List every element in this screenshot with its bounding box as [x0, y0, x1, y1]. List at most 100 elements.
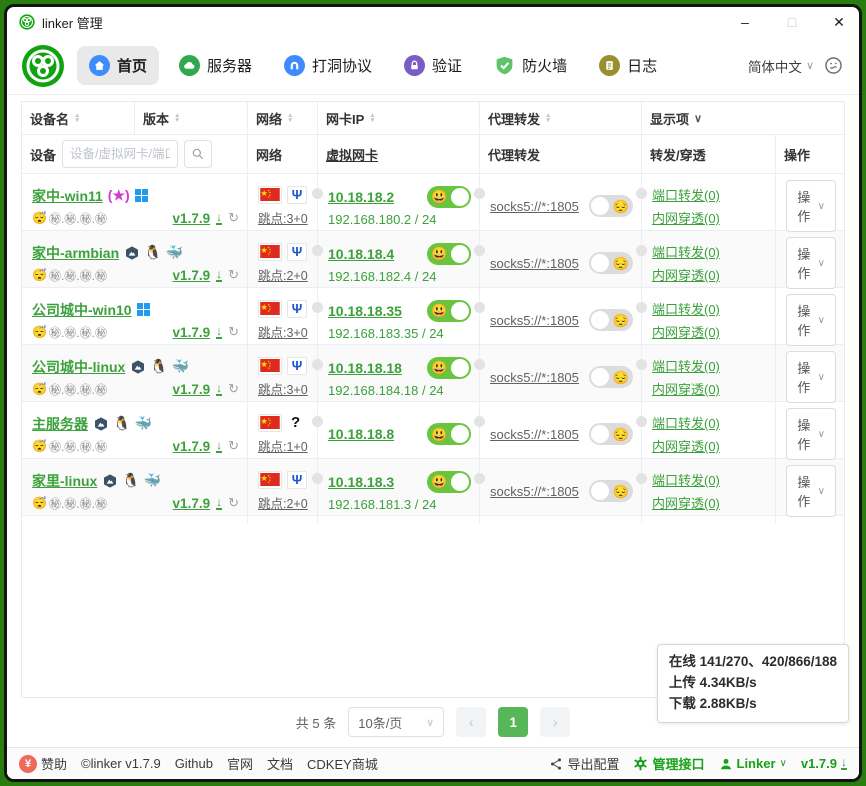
search-button[interactable] — [184, 140, 212, 168]
docs-link[interactable]: 文档 — [267, 754, 293, 773]
penetrate-link[interactable]: 内网穿透(0) — [652, 265, 767, 284]
col-device-name[interactable]: 设备名▲▼ — [22, 102, 135, 134]
download-icon[interactable]: ↓ — [216, 326, 222, 339]
device-name-link[interactable]: 公司城中-win10 — [32, 300, 132, 320]
penetrate-link[interactable]: 内网穿透(0) — [652, 208, 767, 227]
vnic-toggle[interactable]: 😃 — [427, 300, 471, 322]
hops-link[interactable]: 跳点:3+0 — [258, 322, 308, 341]
tab-logs[interactable]: 日志 — [587, 46, 669, 85]
github-link[interactable]: Github — [175, 756, 213, 771]
col-proxy[interactable]: 代理转发▲▼ — [480, 102, 642, 134]
proxy-toggle[interactable]: 😔 — [589, 366, 633, 388]
tab-servers[interactable]: 服务器 — [167, 46, 264, 85]
col-nic-ip[interactable]: 网卡IP▲▼ — [318, 102, 480, 134]
port-forward-link[interactable]: 端口转发(0) — [652, 413, 767, 432]
proxy-link[interactable]: socks5://*:1805 — [490, 427, 579, 442]
virtual-ip-link[interactable]: 10.18.18.2 — [328, 189, 394, 205]
proxy-toggle[interactable]: 😔 — [589, 309, 633, 331]
virtual-ip-link[interactable]: 10.18.18.35 — [328, 303, 402, 319]
virtual-ip-link[interactable]: 10.18.18.3 — [328, 474, 394, 490]
proxy-toggle[interactable]: 😔 — [589, 423, 633, 445]
admin-api-button[interactable]: 管理接口 — [633, 754, 704, 773]
tab-verify[interactable]: 验证 — [392, 46, 474, 85]
port-forward-link[interactable]: 端口转发(0) — [652, 356, 767, 375]
tab-punch-protocol[interactable]: 打洞协议 — [272, 46, 384, 85]
action-button[interactable]: 操作∨ — [786, 351, 836, 403]
close-button[interactable]: ✕ — [819, 8, 859, 36]
port-forward-link[interactable]: 端口转发(0) — [652, 242, 767, 261]
sort-icon[interactable]: ▲▼ — [287, 113, 293, 124]
penetrate-link[interactable]: 内网穿透(0) — [652, 379, 767, 398]
hops-link[interactable]: 跳点:2+0 — [258, 265, 308, 284]
vnic-toggle[interactable]: 😃 — [427, 186, 471, 208]
hops-link[interactable]: 跳点:2+0 — [258, 493, 308, 512]
language-selector[interactable]: 简体中文 ∨ — [748, 56, 814, 76]
version-link[interactable]: v1.7.9 — [173, 439, 211, 454]
website-link[interactable]: 官网 — [227, 754, 253, 773]
hops-link[interactable]: 跳点:1+0 — [258, 436, 308, 455]
virtual-ip-link[interactable]: 10.18.18.18 — [328, 360, 402, 376]
version-link[interactable]: v1.7.9 — [173, 325, 211, 340]
proxy-toggle[interactable]: 😔 — [589, 480, 633, 502]
vnic-toggle[interactable]: 😃 — [427, 471, 471, 493]
display-options-dropdown[interactable]: 显示项∨ — [642, 102, 844, 134]
refresh-icon[interactable]: ↻ — [228, 438, 239, 454]
penetrate-link[interactable]: 内网穿透(0) — [652, 493, 767, 512]
sort-icon[interactable]: ▲▼ — [174, 113, 180, 124]
proxy-toggle[interactable]: 😔 — [589, 195, 633, 217]
penetrate-link[interactable]: 内网穿透(0) — [652, 322, 767, 341]
export-config-button[interactable]: 导出配置 — [549, 754, 619, 773]
action-button[interactable]: 操作∨ — [786, 465, 836, 517]
device-name-link[interactable]: 家中-armbian — [32, 243, 119, 263]
download-icon[interactable]: ↓ — [216, 269, 222, 282]
sort-icon[interactable]: ▲▼ — [74, 113, 80, 124]
version-link[interactable]: v1.7.9 — [173, 382, 211, 397]
refresh-icon[interactable]: ↻ — [228, 210, 239, 226]
port-forward-link[interactable]: 端口转发(0) — [652, 299, 767, 318]
vnic-toggle[interactable]: 😃 — [427, 357, 471, 379]
vnic-toggle[interactable]: 😃 — [427, 243, 471, 265]
hops-link[interactable]: 跳点:3+0 — [258, 379, 308, 398]
virtual-ip-link[interactable]: 10.18.18.4 — [328, 246, 394, 262]
mood-icon[interactable] — [824, 56, 843, 75]
sponsor-link[interactable]: ¥ 赞助 — [19, 754, 67, 773]
version-link[interactable]: v1.7.9 — [173, 211, 211, 226]
proxy-link[interactable]: socks5://*:1805 — [490, 313, 579, 328]
version-link[interactable]: v1.7.9 — [173, 496, 211, 511]
prev-page-button[interactable]: ‹ — [456, 707, 486, 737]
proxy-link[interactable]: socks5://*:1805 — [490, 484, 579, 499]
search-input[interactable] — [62, 140, 178, 168]
next-page-button[interactable]: › — [540, 707, 570, 737]
maximize-button[interactable]: □ — [772, 8, 812, 36]
device-name-link[interactable]: 家里-linux — [32, 471, 97, 491]
app-version[interactable]: v1.7.9 ↓ — [801, 756, 847, 771]
col-network[interactable]: 网络▲▼ — [248, 102, 318, 134]
device-name-link[interactable]: 公司城中-linux — [32, 357, 125, 377]
device-name-link[interactable]: 主服务器 — [32, 414, 88, 434]
download-icon[interactable]: ↓ — [216, 212, 222, 225]
download-icon[interactable]: ↓ — [216, 383, 222, 396]
proxy-toggle[interactable]: 😔 — [589, 252, 633, 274]
tab-firewall[interactable]: 防火墙 — [482, 46, 579, 85]
proxy-link[interactable]: socks5://*:1805 — [490, 370, 579, 385]
download-icon[interactable]: ↓ — [216, 497, 222, 510]
cdkey-link[interactable]: CDKEY商城 — [307, 754, 378, 773]
virtual-ip-link[interactable]: 10.18.18.8 — [328, 426, 394, 442]
sort-icon[interactable]: ▲▼ — [545, 113, 551, 124]
penetrate-link[interactable]: 内网穿透(0) — [652, 436, 767, 455]
device-name-link[interactable]: 家中-win11 — [32, 186, 103, 206]
proxy-link[interactable]: socks5://*:1805 — [490, 199, 579, 214]
hops-link[interactable]: 跳点:3+0 — [258, 208, 308, 227]
sort-icon[interactable]: ▲▼ — [369, 113, 375, 124]
version-link[interactable]: v1.7.9 — [173, 268, 211, 283]
current-page[interactable]: 1 — [498, 707, 528, 737]
port-forward-link[interactable]: 端口转发(0) — [652, 185, 767, 204]
tab-home[interactable]: 首页 — [77, 46, 159, 85]
action-button[interactable]: 操作∨ — [786, 408, 836, 460]
minimize-button[interactable]: – — [725, 8, 765, 36]
col-version[interactable]: 版本▲▼ — [135, 102, 248, 134]
action-button[interactable]: 操作∨ — [786, 294, 836, 346]
refresh-icon[interactable]: ↻ — [228, 381, 239, 397]
vnic-toggle[interactable]: 😃 — [427, 423, 471, 445]
download-icon[interactable]: ↓ — [216, 440, 222, 453]
